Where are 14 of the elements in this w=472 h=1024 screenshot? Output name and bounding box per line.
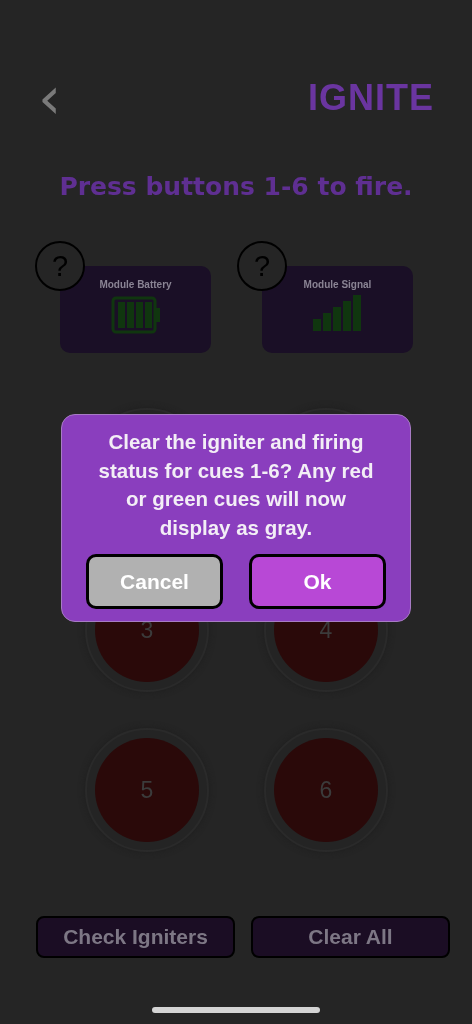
card-label: Module Battery <box>99 279 172 290</box>
dialog-message: Clear the igniter and firing status for cues 1-6? Any red or green cues will now display as gray. <box>97 429 375 541</box>
instruction-heading: Press buttons 1-6 to fire. <box>58 171 414 203</box>
logo: IGNITE <box>308 77 434 119</box>
ok-button[interactable]: Ok <box>249 554 386 609</box>
signal-icon <box>311 295 364 331</box>
cancel-button[interactable]: Cancel <box>86 554 223 609</box>
back-button[interactable]: ‹ <box>34 78 66 118</box>
help-button[interactable]: ? <box>237 241 287 291</box>
action-button[interactable]: Clear All <box>251 916 450 958</box>
battery-icon <box>109 295 162 335</box>
help-button[interactable]: ? <box>35 241 85 291</box>
card-label: Module Signal <box>303 279 372 290</box>
action-button[interactable]: Check Igniters <box>36 916 235 958</box>
